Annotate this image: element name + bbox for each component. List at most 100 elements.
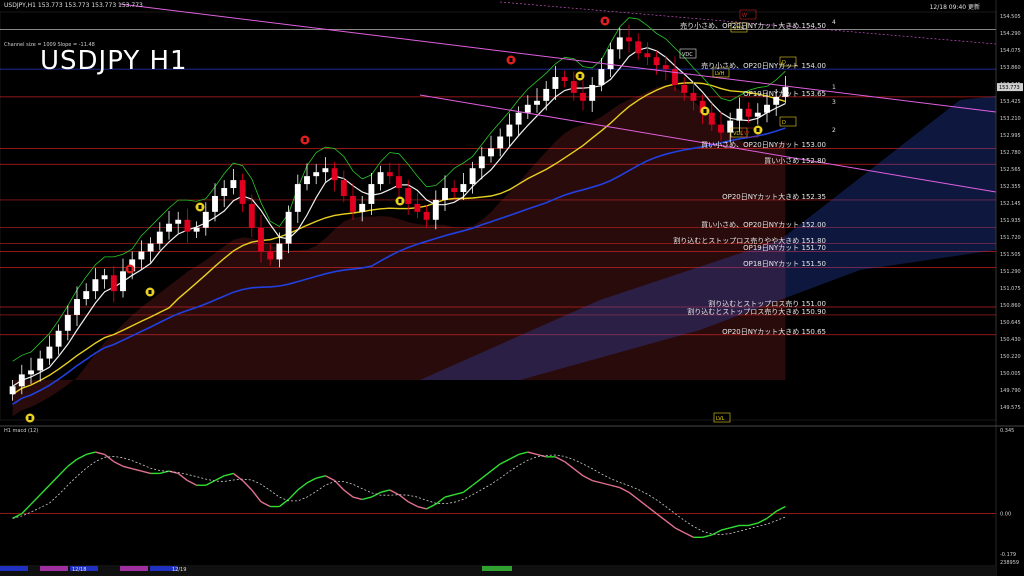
candle-body [83, 291, 90, 300]
fractal-marker-hole [509, 58, 513, 62]
price-tick-label: 150.005 [1000, 371, 1021, 377]
candle-body [451, 188, 458, 193]
marker-label: LVH [715, 71, 725, 77]
candle-body [64, 314, 71, 331]
price-tick-label: 154.075 [1000, 48, 1021, 54]
fractal-marker-hole [603, 19, 607, 23]
candle-body [294, 184, 301, 212]
chart-title: USDJPY H1 [40, 46, 188, 76]
candle-body [764, 104, 770, 113]
candle-body [184, 219, 191, 232]
candle-body [543, 88, 550, 101]
price-tick-label: 153.210 [1000, 116, 1021, 122]
price-tick-label: 152.565 [1000, 167, 1021, 173]
price-tick-label: 150.860 [1000, 303, 1021, 309]
channel-number: 3 [832, 99, 836, 106]
symbol-info: USDJPY,H1 153.773 153.773 153.773 153.77… [4, 2, 143, 9]
candle-body [745, 108, 752, 117]
price-tick-label: 151.075 [1000, 286, 1021, 292]
candle-body [534, 100, 540, 105]
level-label: OP18日NYカット 151.50 [743, 260, 826, 269]
candle-body [616, 37, 623, 50]
candle-body [524, 104, 531, 113]
price-tick-label: 150.220 [1000, 354, 1021, 360]
candle-body [754, 112, 761, 117]
candle-body [423, 211, 430, 220]
candle-body [18, 374, 25, 387]
candle-body [9, 386, 16, 395]
fractal-marker-hole [303, 138, 307, 142]
price-tick-label: 152.780 [1000, 150, 1021, 156]
price-tick-label: 153.425 [1000, 99, 1021, 105]
candle-body [331, 168, 338, 181]
candle-body [28, 370, 34, 375]
macd-axis-label: 238959 [1000, 560, 1019, 566]
macd-axis-label: -0.179 [1000, 552, 1016, 558]
session-block [40, 566, 68, 571]
candle-body [552, 77, 559, 89]
fractal-marker-hole [28, 416, 32, 420]
candle-body [322, 168, 329, 173]
marker-label: W [744, 131, 749, 137]
candle-body [405, 188, 412, 204]
candle-body [267, 251, 274, 260]
candle-body [175, 219, 182, 224]
candle-body [460, 184, 467, 193]
session-block [482, 566, 512, 571]
candle-body [386, 172, 393, 177]
macd-label: H1 macd (12) [4, 428, 39, 434]
candle-body [37, 358, 44, 371]
fractal-marker-hole [756, 128, 760, 132]
candle-body [561, 77, 568, 81]
price-tick-label: 154.505 [1000, 14, 1021, 20]
current-price-label: 153.773 [999, 85, 1020, 91]
candle-body [488, 148, 494, 157]
price-chart[interactable]: 154.505154.290154.075153.860153.645153.4… [0, 0, 1024, 576]
candle-body [120, 271, 126, 292]
candle-body [377, 172, 384, 185]
candle-body [515, 112, 522, 125]
level-label: OP19日NYカット 153.65 [743, 89, 826, 98]
level-label: 売り小さめ、OP20日NYカット 154.00 [701, 62, 826, 71]
price-tick-label: 150.430 [1000, 337, 1021, 343]
channel-number: 1 [832, 84, 836, 91]
candle-body [478, 156, 485, 169]
fractal-marker-hole [703, 109, 707, 113]
fractal-marker-hole [128, 267, 132, 271]
price-tick-label: 151.935 [1000, 218, 1021, 224]
candle-body [230, 180, 237, 189]
candle-body [147, 243, 154, 252]
candle-body [708, 112, 715, 125]
level-label: OP20日NYカット大きめ 152.35 [722, 192, 826, 201]
price-tick-label: 151.290 [1000, 269, 1021, 275]
fractal-marker-hole [578, 74, 582, 78]
candle-body [74, 299, 80, 315]
candle-body [635, 41, 642, 54]
candle-body [313, 172, 320, 177]
candle-body [193, 227, 200, 232]
fractal-marker-hole [398, 199, 402, 203]
candle-body [92, 279, 99, 292]
marker-label: LVL [716, 416, 725, 422]
candle-body [359, 203, 366, 212]
candle-body [212, 195, 218, 212]
candle-body [672, 69, 678, 85]
candle-body [285, 211, 292, 244]
price-tick-label: 151.505 [1000, 252, 1021, 258]
price-tick-label: 153.860 [1000, 65, 1021, 71]
candle-body [414, 203, 421, 212]
candle-body [258, 227, 264, 252]
marker-label: D [782, 120, 786, 126]
candle-body [221, 188, 228, 196]
candle-body [626, 37, 632, 42]
candle-body [202, 211, 209, 228]
candle-body [340, 180, 347, 196]
candle-body [156, 231, 163, 244]
session-block [0, 566, 28, 571]
price-tick-label: 152.145 [1000, 201, 1021, 207]
candle-body [589, 84, 596, 101]
level-label: 買い小さめ、OP20日NYカット 152.00 [701, 220, 826, 229]
macd-axis-label: 0.345 [1000, 428, 1014, 434]
macd-axis-label: 0.00 [1000, 512, 1011, 518]
candle-body [110, 275, 117, 292]
